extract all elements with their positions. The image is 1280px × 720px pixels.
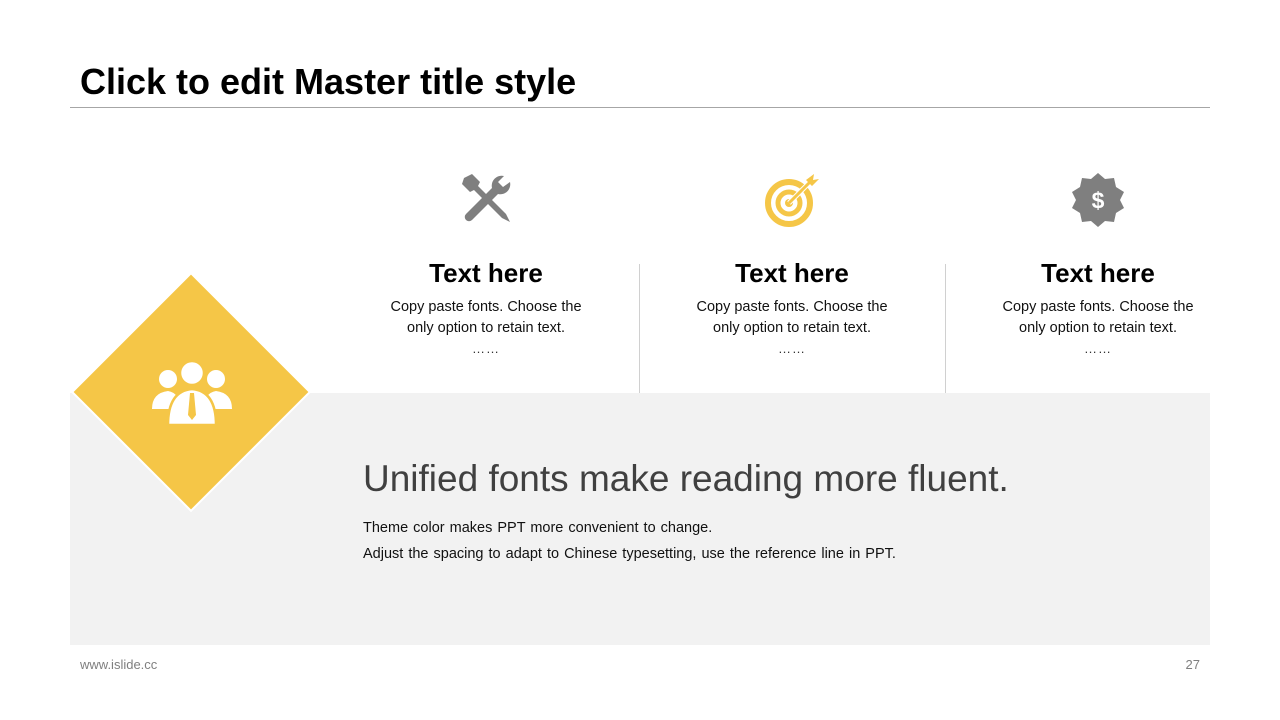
feature-body-line-2: Adjust the spacing to adapt to Chinese t… [363, 546, 896, 562]
feature-diamond [70, 271, 312, 513]
slide-title: Click to edit Master title style [80, 61, 577, 102]
column-3-ellipsis: …… [1084, 341, 1112, 356]
column-divider [945, 264, 946, 393]
column-2-heading: Text here [735, 258, 849, 288]
column-3-heading: Text here [1041, 258, 1155, 288]
column-2-ellipsis: …… [778, 341, 806, 356]
feature-column-2: Text here Copy paste fonts. Choose the o… [639, 170, 945, 359]
feature-column-1: Text here Copy paste fonts. Choose the o… [333, 170, 639, 359]
target-icon [765, 174, 819, 227]
team-icon [152, 359, 232, 427]
column-1-heading: Text here [429, 258, 543, 288]
tools-icon [462, 174, 511, 222]
page-number: 27 [1185, 657, 1200, 672]
footer-website: www.islide.cc [80, 657, 158, 672]
column-3-text: Copy paste fonts. Choose the only option… [1002, 299, 1194, 336]
column-1-ellipsis: …… [472, 341, 500, 356]
column-2-text: Copy paste fonts. Choose the only option… [696, 299, 888, 336]
column-1-text: Copy paste fonts. Choose the only option… [390, 299, 582, 336]
dollar-badge-icon: $ [1072, 173, 1124, 227]
svg-text:$: $ [1092, 188, 1105, 214]
feature-column-3: $ Text here Copy paste fonts. Choose the… [945, 170, 1251, 359]
feature-headline: Unified fonts make reading more fluent. [363, 458, 1009, 499]
title-underline [70, 107, 1210, 108]
column-divider [639, 264, 640, 393]
feature-body-line-1: Theme color makes PPT more convenient to… [363, 520, 713, 536]
